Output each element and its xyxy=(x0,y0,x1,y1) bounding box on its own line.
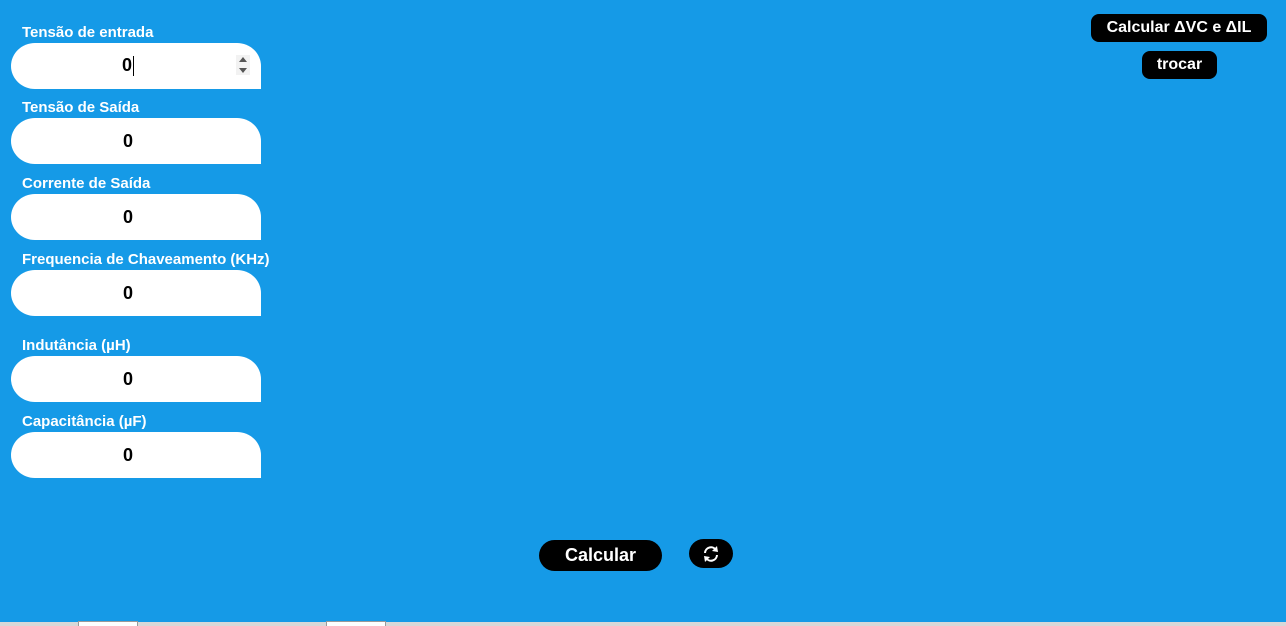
chevron-up-icon[interactable] xyxy=(239,57,247,62)
calcular-button[interactable]: Calcular xyxy=(539,540,662,571)
text-caret xyxy=(133,55,134,76)
field-label-capacitancia: Capacitância (µF) xyxy=(22,413,147,430)
frequencia-input[interactable]: 0 xyxy=(11,270,261,316)
tensao-entrada-input[interactable]: 0 xyxy=(11,43,261,89)
capacitancia-value: 0 xyxy=(122,444,133,465)
tensao-saida-input[interactable]: 0 xyxy=(11,118,261,164)
bottom-bar xyxy=(0,622,1286,626)
number-spinner[interactable] xyxy=(236,55,250,75)
chevron-down-icon[interactable] xyxy=(239,68,247,73)
refresh-icon xyxy=(704,545,718,562)
field-label-tensao-saida: Tensão de Saída xyxy=(22,99,140,116)
indutancia-input[interactable]: 0 xyxy=(11,356,261,402)
calcular-delta-button[interactable]: Calcular ΔVC e ΔIL xyxy=(1091,14,1267,42)
bottom-tab[interactable] xyxy=(326,621,386,626)
field-label-tensao-entrada: Tensão de entrada xyxy=(22,24,154,41)
field-label-frequencia: Frequencia de Chaveamento (KHz) xyxy=(22,251,270,268)
trocar-button[interactable]: trocar xyxy=(1142,51,1217,79)
field-label-indutancia: Indutância (µH) xyxy=(22,337,131,354)
tensao-entrada-value: 0 xyxy=(121,55,132,76)
tensao-saida-value: 0 xyxy=(122,130,133,151)
field-label-corrente-saida: Corrente de Saída xyxy=(22,175,151,192)
indutancia-value: 0 xyxy=(122,368,133,389)
corrente-saida-input[interactable]: 0 xyxy=(11,194,261,240)
bottom-tab[interactable] xyxy=(78,621,138,626)
frequencia-value: 0 xyxy=(122,282,133,303)
refresh-button[interactable] xyxy=(689,539,733,568)
corrente-saida-value: 0 xyxy=(122,206,133,227)
capacitancia-input[interactable]: 0 xyxy=(11,432,261,478)
converter-calculator-page: Tensão de entrada 0 Tensão de Saída 0 Co… xyxy=(0,0,1286,626)
tensao-entrada-value-wrap: 0 xyxy=(122,55,134,76)
